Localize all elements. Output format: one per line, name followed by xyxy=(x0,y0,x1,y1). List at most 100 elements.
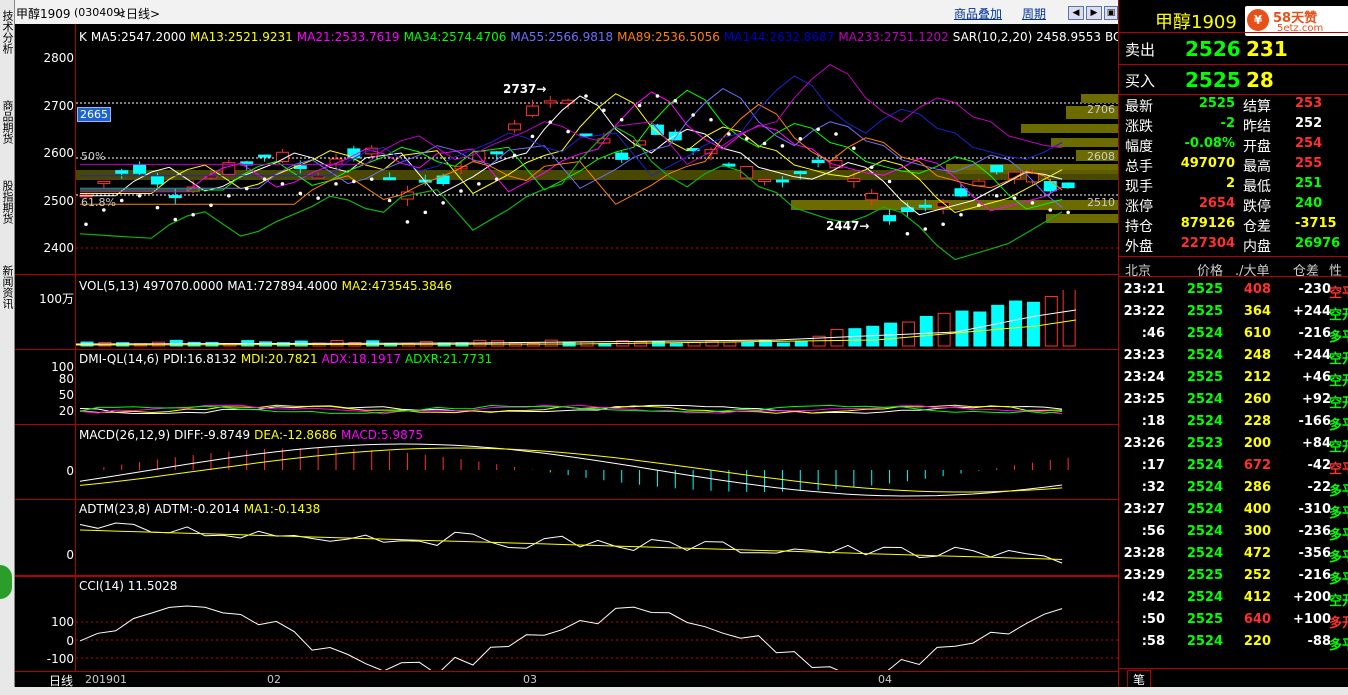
sar-dot xyxy=(887,179,892,184)
tick-price: 2524 xyxy=(1186,590,1223,605)
tick-row[interactable]: :32 2524 286 -22多平 xyxy=(1119,477,1348,499)
tick-time: 23:28 xyxy=(1123,546,1165,561)
moving-average-line xyxy=(80,103,1063,205)
sar-dot xyxy=(459,189,463,193)
tick-oi-change: +244 xyxy=(1292,348,1331,363)
date-tick: 03 xyxy=(523,673,537,686)
sar-dot xyxy=(834,132,838,136)
overlay-button[interactable]: 商品叠加 xyxy=(954,5,1002,22)
price-axis-label: 2500 xyxy=(43,194,74,208)
tick-volume: 220 xyxy=(1243,634,1271,649)
tab-commodity-futures[interactable]: 商品期货 xyxy=(0,100,14,147)
volume-bar xyxy=(991,304,1005,347)
candle-body xyxy=(115,170,129,174)
sar-dot xyxy=(423,210,428,215)
sar-dot xyxy=(227,193,231,198)
fib-50-label: 50% xyxy=(81,150,106,163)
date-tick: 02 xyxy=(267,673,281,686)
tick-time: 23:24 xyxy=(1123,370,1165,385)
candle-body xyxy=(990,164,1004,173)
tick-row[interactable]: :56 2524 300 -236多平 xyxy=(1119,521,1348,543)
tick-oi-change: -22 xyxy=(1307,480,1332,495)
tab-index-futures[interactable]: 股指期货 xyxy=(0,180,14,227)
volume-bar xyxy=(544,339,558,347)
volume-bar xyxy=(1062,290,1076,347)
tick-volume: 200 xyxy=(1243,436,1271,451)
arrow-left-icon[interactable]: ◀ xyxy=(1068,6,1084,20)
indicator-value: MA233:2751.1202 xyxy=(838,30,949,44)
period-button[interactable]: 周期 xyxy=(1022,5,1046,22)
sar-dot xyxy=(1048,208,1053,212)
sar-dot xyxy=(994,193,999,198)
tick-price: 2525 xyxy=(1186,612,1223,627)
tick-row[interactable]: 23:29 2525 252 -216多平 xyxy=(1119,565,1348,587)
tick-row[interactable]: 23:21 2525 408 -230空平 xyxy=(1119,279,1348,301)
quote-label: 涨停 xyxy=(1125,199,1153,215)
adtm-line xyxy=(79,522,1063,564)
tick-type: 多平 xyxy=(1329,550,1348,565)
candle-body xyxy=(883,215,897,222)
volume-bar xyxy=(491,340,505,347)
tick-row[interactable]: :50 2525 640 +100多开 xyxy=(1119,609,1348,631)
tick-row[interactable]: 23:24 2525 212 +46空开 xyxy=(1119,367,1348,389)
price-tag-label: 2665 xyxy=(77,107,111,122)
candle-body xyxy=(615,152,629,160)
tick-time: :42 xyxy=(1141,590,1165,605)
tick-time: 23:29 xyxy=(1123,568,1165,583)
tick-row[interactable]: :18 2524 228 -166多平 xyxy=(1119,411,1348,433)
sar-dot xyxy=(548,120,553,124)
tab-technical-analysis[interactable]: 技术分析 xyxy=(0,10,14,57)
price-axis-label: 2400 xyxy=(43,241,74,255)
sar-dot xyxy=(619,117,624,122)
expand-icon[interactable]: ▣ xyxy=(1104,6,1118,20)
tick-row[interactable]: :42 2524 412 +200空开 xyxy=(1119,587,1348,609)
quote-label: 外盘 xyxy=(1125,239,1153,255)
tick-row[interactable]: 23:23 2524 248 +244空开 xyxy=(1119,345,1348,367)
quote-label: 现手 xyxy=(1125,179,1153,195)
tick-oi-change: -42 xyxy=(1307,458,1332,473)
macd-dea-line xyxy=(79,447,1063,493)
tick-type: 多平 xyxy=(1329,572,1348,587)
sar-dot xyxy=(137,193,142,198)
dmi-svg xyxy=(79,404,1063,415)
volume-bar xyxy=(794,341,808,347)
tab-news[interactable]: 新闻资讯 xyxy=(0,265,14,312)
tick-volume: 300 xyxy=(1243,524,1271,539)
tick-time: :32 xyxy=(1141,480,1165,495)
cci-axis-label: 0 xyxy=(66,634,74,648)
candle-body xyxy=(954,188,968,197)
quote-value: 255 xyxy=(1295,156,1323,171)
tick-row[interactable]: 23:26 2523 200 +84空开 xyxy=(1119,433,1348,455)
volume-bar xyxy=(723,341,737,347)
tick-volume: 640 xyxy=(1243,612,1271,627)
tab-tick-detail[interactable]: 笔 xyxy=(1127,670,1151,688)
quote-value: 879126 xyxy=(1180,216,1235,231)
moving-average-line xyxy=(80,95,1063,216)
sar-dot xyxy=(405,220,410,224)
adtm-ma-line xyxy=(79,529,1063,560)
sar-dot xyxy=(494,177,499,181)
tick-volume: 228 xyxy=(1243,414,1271,429)
tick-row[interactable]: 23:28 2524 472 -356多平 xyxy=(1119,543,1348,565)
tick-row[interactable]: :46 2524 610 -216多平 xyxy=(1119,323,1348,345)
high-marker: 2737→ xyxy=(503,82,547,96)
sar-dot xyxy=(637,103,642,108)
contract-name: 甲醇1909 xyxy=(16,7,71,21)
tick-volume: 610 xyxy=(1243,326,1271,341)
sar-dot xyxy=(334,182,338,186)
tick-row[interactable]: :17 2524 672 -42空平 xyxy=(1119,455,1348,477)
panel-divider xyxy=(15,499,1118,500)
tick-price: 2525 xyxy=(1186,568,1223,583)
quote-label: 仓差 xyxy=(1243,219,1271,235)
tick-row[interactable]: 23:25 2524 260 +92空开 xyxy=(1119,389,1348,411)
tick-price: 2524 xyxy=(1186,502,1223,517)
dmi-axis-label: 80 xyxy=(58,372,74,386)
arrow-right-icon[interactable]: ▶ xyxy=(1086,6,1102,20)
buy-label: 买入 xyxy=(1125,72,1156,90)
quote-label: 昨结 xyxy=(1243,119,1271,135)
tick-time: 23:25 xyxy=(1123,392,1165,407)
tick-row[interactable]: 23:27 2524 400 -310多平 xyxy=(1119,499,1348,521)
tick-row[interactable]: 23:22 2525 364 +244空开 xyxy=(1119,301,1348,323)
candle-body xyxy=(758,179,772,183)
tick-row[interactable]: :58 2524 220 -88多平 xyxy=(1119,631,1348,653)
